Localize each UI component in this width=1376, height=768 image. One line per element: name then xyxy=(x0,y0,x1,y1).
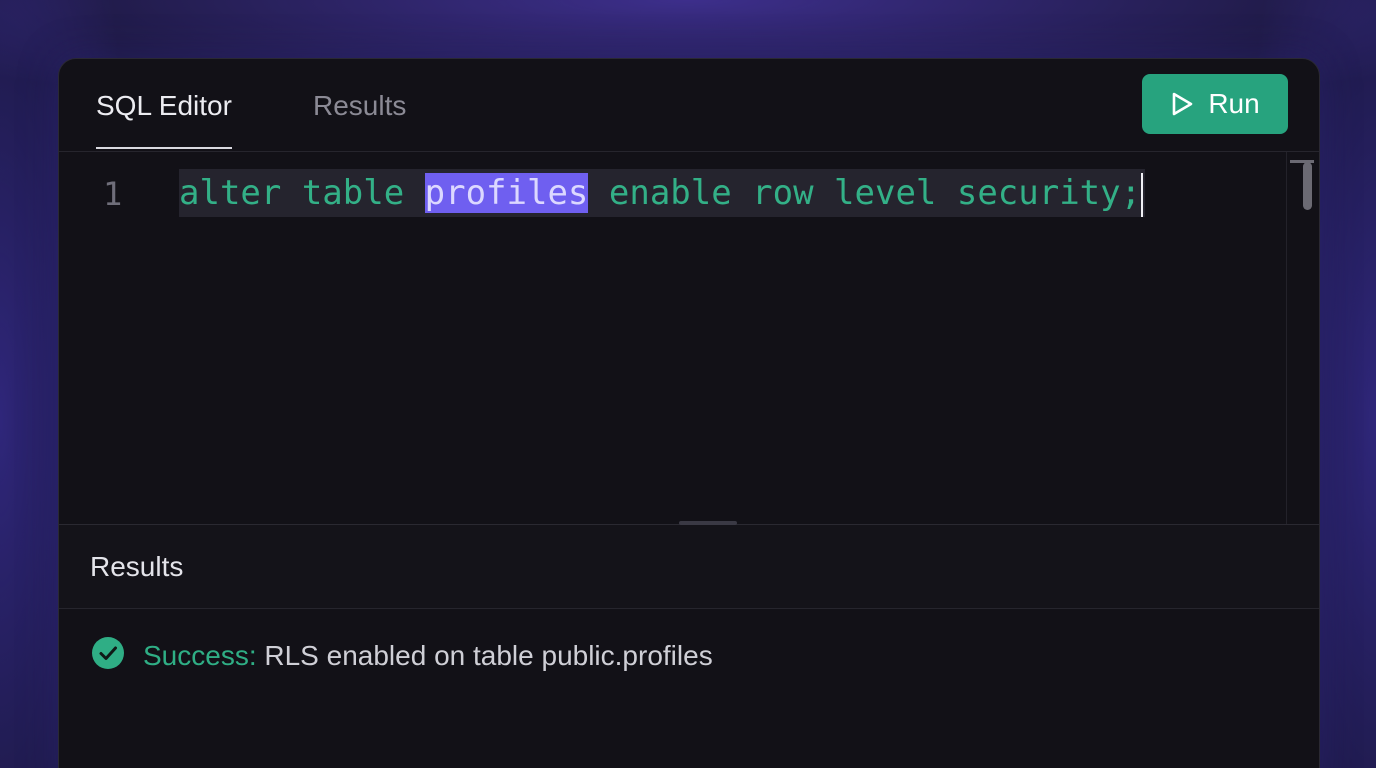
status-label: Success: xyxy=(143,639,257,671)
editor-scrollbar[interactable] xyxy=(1286,152,1319,524)
play-icon xyxy=(1170,91,1194,117)
code-text-after: enable row level security; xyxy=(588,173,1142,213)
run-button[interactable]: Run xyxy=(1142,74,1288,134)
scrollbar-thumb[interactable] xyxy=(1303,162,1312,210)
results-title: Results xyxy=(90,551,184,582)
status-row: Success: RLS enabled on table public.pro… xyxy=(91,636,713,675)
sql-editor-panel: SQL Editor Results Run 1 alter table pro… xyxy=(58,58,1320,768)
text-cursor xyxy=(1141,172,1144,217)
check-circle-icon xyxy=(91,636,125,675)
status-message: RLS enabled on table public.profiles xyxy=(264,639,713,671)
tab-sql-editor[interactable]: SQL Editor xyxy=(96,89,232,149)
line-number: 1 xyxy=(103,175,123,213)
results-header: Results xyxy=(59,525,1319,609)
editor-header: SQL Editor Results Run xyxy=(59,59,1319,152)
tab-results[interactable]: Results xyxy=(313,89,406,123)
run-button-label: Run xyxy=(1208,88,1260,119)
selected-text: profiles xyxy=(424,173,589,213)
code-text-before: alter table xyxy=(179,173,425,213)
code-line[interactable]: alter table profiles enable row level se… xyxy=(179,169,1146,217)
code-editor[interactable]: 1 alter table profiles enable row level … xyxy=(59,152,1319,524)
